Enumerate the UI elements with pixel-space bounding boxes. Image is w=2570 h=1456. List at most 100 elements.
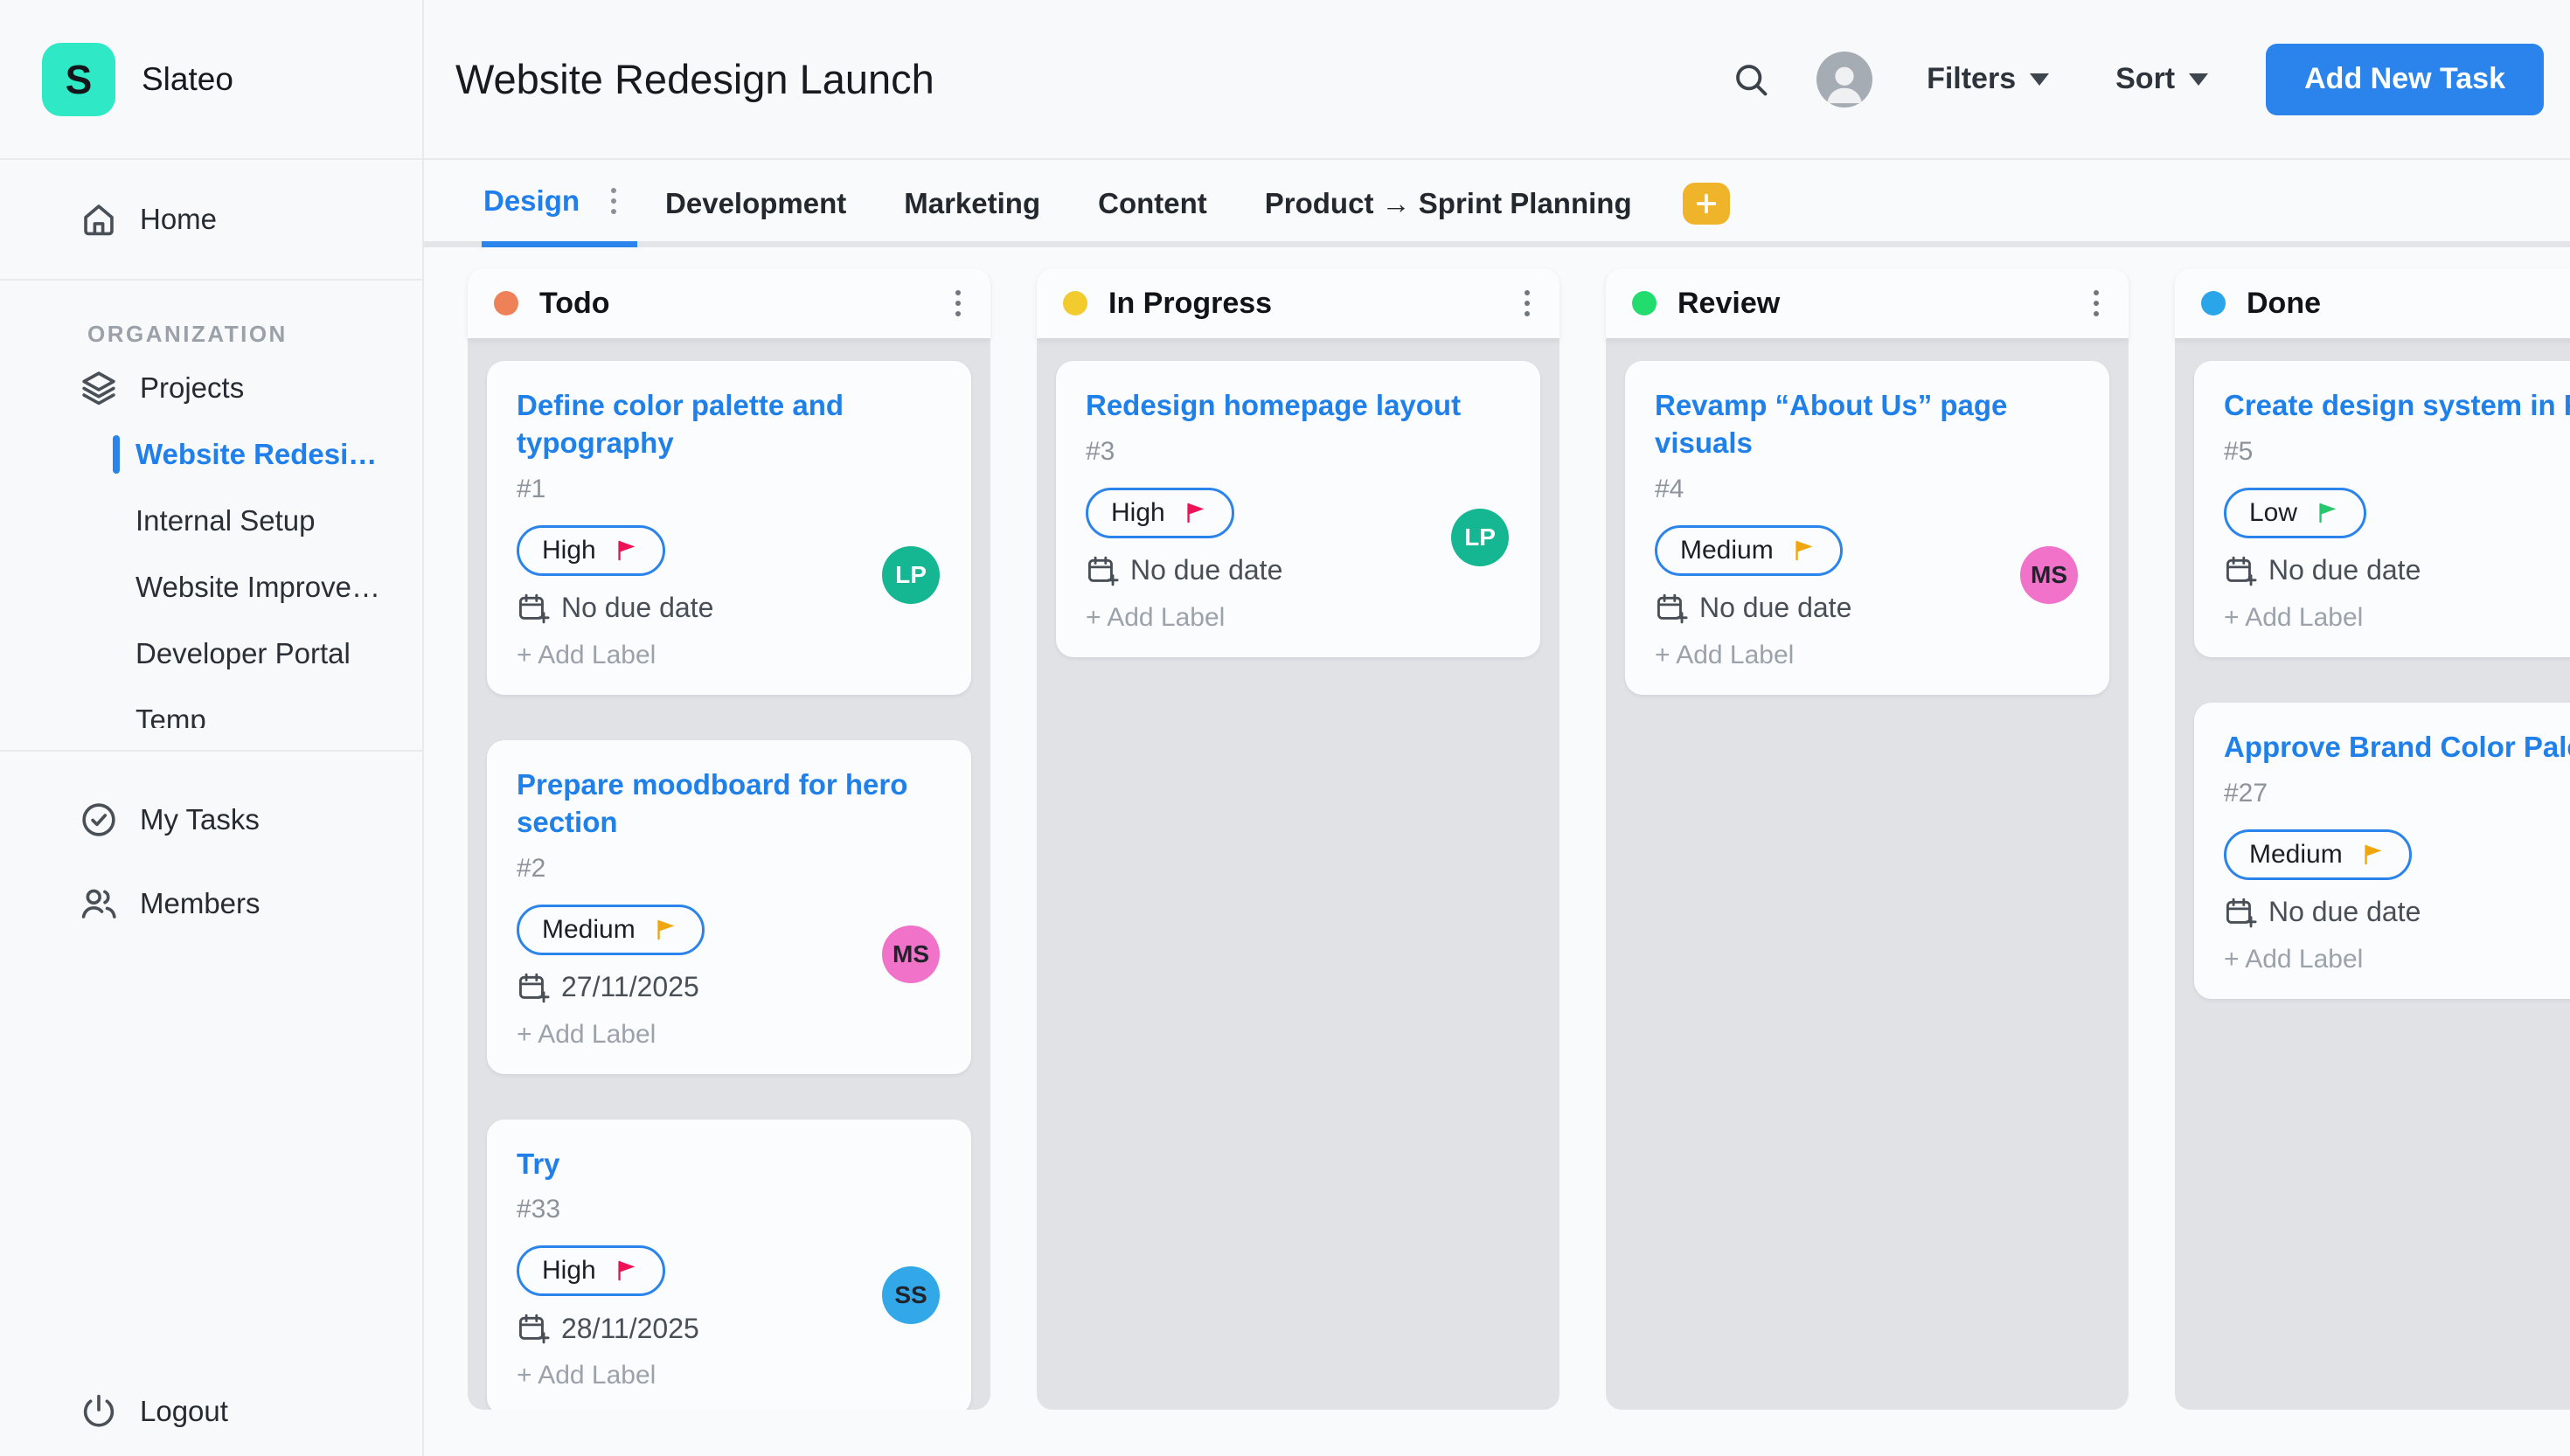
due-date[interactable]: No due date	[517, 592, 941, 625]
add-label-button[interactable]: + Add Label	[1655, 641, 2080, 670]
priority-badge[interactable]: Low	[2224, 488, 2366, 538]
assignee-avatar[interactable]: MS	[2020, 546, 2078, 604]
task-title[interactable]: Redesign homepage layout	[1086, 387, 1511, 425]
sort-dropdown[interactable]: Sort	[2115, 62, 2208, 96]
logout-button[interactable]: Logout	[0, 1381, 422, 1442]
tab-product-sprint-planning[interactable]: Product → Sprint Planning	[1265, 187, 1632, 220]
task-meta: Medium No due date MS	[1655, 525, 2080, 625]
sidebar-project-website-improve[interactable]: Website Improve…	[0, 554, 422, 621]
sidebar-item-my-tasks[interactable]: My Tasks	[0, 778, 422, 862]
due-date[interactable]: No due date	[1655, 592, 2080, 625]
layers-icon	[79, 368, 119, 408]
sidebar-project-developer-portal[interactable]: Developer Portal	[0, 621, 422, 687]
filters-label: Filters	[1927, 62, 2016, 96]
due-date-label: No due date	[2268, 554, 2421, 586]
due-date[interactable]: 27/11/2025	[517, 971, 941, 1004]
tab-marketing[interactable]: Marketing	[904, 187, 1040, 220]
organization-section-label: ORGANIZATION	[0, 321, 422, 348]
column-menu-icon[interactable]	[948, 285, 968, 322]
sidebar-project-website-redesign[interactable]: Website Redesi…	[0, 421, 422, 488]
flag-icon	[653, 917, 679, 943]
assignee-avatar[interactable]: MS	[882, 926, 940, 983]
sidebar-item-label: My Tasks	[140, 803, 260, 836]
due-date[interactable]: No due date	[1086, 554, 1511, 587]
add-tab-button[interactable]	[1683, 183, 1730, 225]
project-label: Developer Portal	[135, 637, 351, 670]
task-number: #33	[517, 1195, 941, 1224]
column-body: Define color palette and typography #1 H…	[468, 338, 990, 1410]
project-list: Website Redesi… Internal Setup Website I…	[0, 421, 422, 728]
add-label-button[interactable]: + Add Label	[517, 641, 941, 670]
column-menu-icon[interactable]	[2087, 285, 2106, 322]
task-number: #4	[1655, 475, 2080, 504]
tab-development[interactable]: Development	[665, 187, 846, 220]
task-card[interactable]: Create design system in F #5 Low No due …	[2194, 361, 2570, 657]
sidebar-item-home[interactable]: Home	[0, 184, 422, 254]
task-title[interactable]: Try	[517, 1146, 941, 1183]
sidebar-item-label: Projects	[140, 371, 244, 405]
column-menu-icon[interactable]	[1518, 285, 1537, 322]
add-label-button[interactable]: + Add Label	[2224, 945, 2570, 974]
filters-dropdown[interactable]: Filters	[1927, 62, 2049, 96]
due-date[interactable]: 28/11/2025	[517, 1312, 941, 1345]
priority-badge[interactable]: Medium	[2224, 829, 2412, 880]
column-title: Done	[2247, 287, 2321, 321]
task-title[interactable]: Define color palette and typography	[517, 387, 941, 462]
task-title[interactable]: Approve Brand Color Pale	[2224, 729, 2570, 766]
priority-badge[interactable]: High	[1086, 488, 1234, 538]
tab-content[interactable]: Content	[1098, 187, 1207, 220]
column-status-dot	[1063, 291, 1087, 315]
column-body: Create design system in F #5 Low No due …	[2175, 338, 2570, 1410]
home-icon	[79, 199, 119, 239]
calendar-plus-icon	[517, 592, 550, 625]
column-body: Redesign homepage layout #3 High No due …	[1037, 338, 1559, 1410]
priority-badge[interactable]: Medium	[517, 905, 705, 955]
column-body: Revamp “About Us” page visuals #4 Medium…	[1606, 338, 2129, 1410]
add-label-button[interactable]: + Add Label	[517, 1361, 941, 1390]
user-avatar[interactable]	[1816, 52, 1872, 107]
task-card[interactable]: Define color palette and typography #1 H…	[487, 361, 971, 695]
page-title: Website Redesign Launch	[455, 55, 934, 103]
sidebar-item-label: Home	[140, 203, 217, 236]
search-button[interactable]	[1731, 59, 1771, 100]
add-new-task-button[interactable]: Add New Task	[2266, 44, 2544, 115]
plus-icon	[1692, 190, 1720, 218]
tab-menu-icon[interactable]	[604, 183, 623, 219]
task-card[interactable]: Redesign homepage layout #3 High No due …	[1056, 361, 1540, 657]
users-icon	[79, 884, 119, 924]
task-card[interactable]: Prepare moodboard for hero section #2 Me…	[487, 740, 971, 1074]
add-label-button[interactable]: + Add Label	[517, 1020, 941, 1050]
task-card[interactable]: Revamp “About Us” page visuals #4 Medium…	[1625, 361, 2109, 695]
calendar-plus-icon	[1086, 554, 1119, 587]
calendar-plus-icon	[517, 971, 550, 1004]
task-title[interactable]: Prepare moodboard for hero section	[517, 766, 941, 842]
priority-badge[interactable]: High	[517, 1245, 665, 1296]
task-card[interactable]: Approve Brand Color Pale #27 Medium No d…	[2194, 703, 2570, 999]
task-title[interactable]: Revamp “About Us” page visuals	[1655, 387, 2080, 462]
add-label-button[interactable]: + Add Label	[2224, 603, 2570, 633]
due-date[interactable]: No due date	[2224, 554, 2570, 587]
assignee-avatar[interactable]: LP	[882, 546, 940, 604]
sidebar-item-members[interactable]: Members	[0, 862, 422, 946]
task-number: #27	[2224, 779, 2570, 808]
sidebar-project-temp[interactable]: Temp	[0, 687, 422, 728]
assignee-avatar[interactable]: LP	[1451, 509, 1509, 566]
due-date[interactable]: No due date	[2224, 896, 2570, 929]
brand[interactable]: S Slateo	[0, 0, 422, 160]
flag-icon	[2315, 500, 2341, 526]
due-date-label: No due date	[2268, 896, 2421, 928]
column-header: Review	[1606, 268, 2129, 338]
add-label-button[interactable]: + Add Label	[1086, 603, 1511, 633]
column-in-progress: In Progress Redesign homepage layout #3 …	[1037, 268, 1559, 1410]
priority-badge[interactable]: Medium	[1655, 525, 1843, 576]
tab-design[interactable]: Design	[483, 184, 580, 218]
sidebar-logout-section: Logout	[0, 1381, 422, 1456]
priority-badge[interactable]: High	[517, 525, 665, 576]
assignee-avatar[interactable]: SS	[882, 1266, 940, 1324]
sidebar-project-internal-setup[interactable]: Internal Setup	[0, 488, 422, 554]
sidebar-item-projects[interactable]: Projects	[0, 355, 422, 421]
project-label: Website Improve…	[135, 571, 380, 604]
priority-label: High	[542, 1256, 596, 1286]
task-title[interactable]: Create design system in F	[2224, 387, 2570, 425]
task-card[interactable]: Try #33 High 28/11/2025 SS	[487, 1120, 971, 1410]
